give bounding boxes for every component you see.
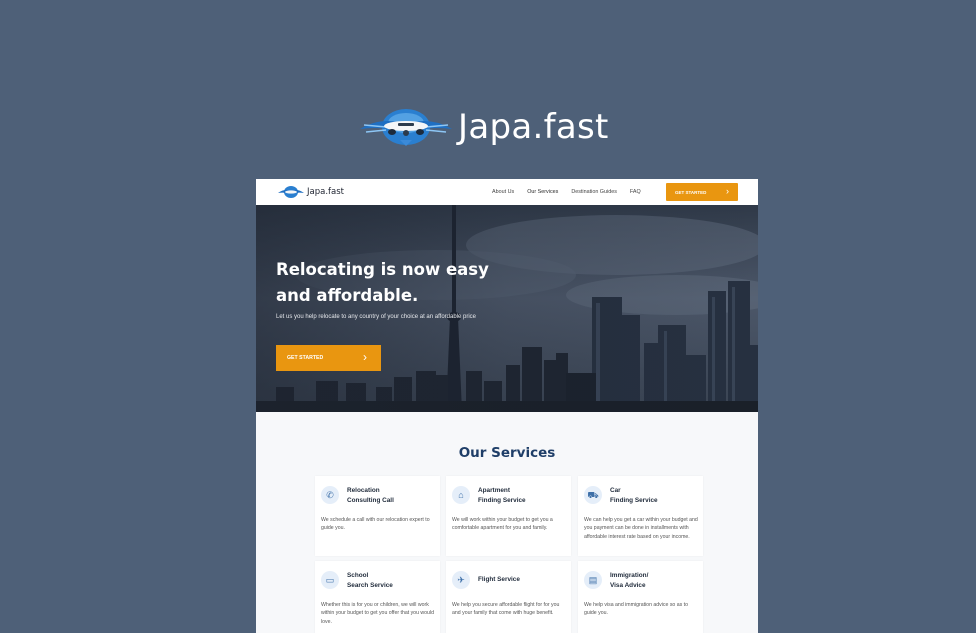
hero-title-line1: Relocating is now easy bbox=[276, 260, 489, 279]
service-card-title-line1: Immigration/ bbox=[610, 572, 649, 579]
nav-link-faq[interactable]: FAQ bbox=[630, 189, 641, 195]
document-icon: ▤ bbox=[584, 571, 602, 589]
service-card-title-line1: Flight Service bbox=[478, 576, 520, 583]
service-card-apartment[interactable]: ⌂ Apartment Finding Service We will work… bbox=[446, 476, 571, 556]
nav-brand[interactable]: Japa.fast bbox=[307, 187, 344, 197]
service-card-description: We can help you get a car within your bu… bbox=[584, 517, 698, 540]
plane-icon: ✈ bbox=[452, 571, 470, 589]
service-card-description: We help visa and immigration advice so a… bbox=[584, 602, 688, 617]
service-card-title: Relocation Consulting Call bbox=[347, 486, 437, 506]
chevron-right-icon: › bbox=[726, 186, 729, 196]
hero-get-started-button[interactable]: GET STARTED › bbox=[276, 345, 381, 371]
services-heading: Our Services bbox=[458, 445, 556, 461]
car-icon: ⛟ bbox=[584, 486, 602, 504]
house-search-icon: ⌂ bbox=[452, 486, 470, 504]
nav-link-destination-guides[interactable]: Destination Guides bbox=[571, 189, 617, 195]
nav-get-started-button[interactable]: GET STARTED › bbox=[666, 183, 738, 201]
airplane-logo-icon bbox=[356, 102, 456, 152]
service-card-title-line2: Consulting Call bbox=[347, 497, 394, 504]
hero-title: Relocating is now easy and affordable. bbox=[276, 257, 489, 309]
brand-header: Japa.fast bbox=[356, 102, 609, 152]
book-icon: ▭ bbox=[321, 571, 339, 589]
service-card-title-line1: Apartment bbox=[478, 487, 510, 494]
hero-subtitle: Let us you help relocate to any country … bbox=[276, 314, 477, 320]
service-card-description: We will work within your budget to get y… bbox=[452, 517, 553, 532]
service-card-title: Apartment Finding Service bbox=[478, 486, 568, 506]
service-card-title: Immigration/ Visa Advice bbox=[610, 571, 700, 591]
service-card-immigration[interactable]: ▤ Immigration/ Visa Advice We help visa … bbox=[578, 561, 703, 633]
service-card-car[interactable]: ⛟ Car Finding Service We can help you ge… bbox=[578, 476, 703, 556]
chevron-right-icon: › bbox=[363, 350, 367, 364]
service-card-title-line1: Car bbox=[610, 487, 621, 494]
brand-name: Japa.fast bbox=[458, 107, 609, 147]
service-card-title-line2: Finding Service bbox=[610, 497, 658, 504]
service-card-relocation[interactable]: ✆ Relocation Consulting Call We schedule… bbox=[315, 476, 440, 556]
hero-title-line2: and affordable. bbox=[276, 286, 419, 305]
service-card-title: Car Finding Service bbox=[610, 486, 700, 506]
service-card-title-line2: Search Service bbox=[347, 582, 393, 589]
nav-links: About Us Our Services Destination Guides… bbox=[492, 189, 641, 195]
phone-icon: ✆ bbox=[321, 486, 339, 504]
service-card-title: Flight Service bbox=[478, 575, 568, 585]
service-card-title-line2: Visa Advice bbox=[610, 582, 646, 589]
service-card-title-line2: Finding Service bbox=[478, 497, 526, 504]
service-card-school[interactable]: ▭ School Search Service Whether this is … bbox=[315, 561, 440, 633]
site-navbar: Japa.fast About Us Our Services Destinat… bbox=[256, 179, 758, 205]
nav-get-started-label: GET STARTED bbox=[675, 189, 707, 195]
nav-link-our-services[interactable]: Our Services bbox=[527, 189, 558, 195]
service-card-title-line1: School bbox=[347, 572, 369, 579]
service-card-flight[interactable]: ✈ Flight Service We help you secure affo… bbox=[446, 561, 571, 633]
website-mockup: Japa.fast About Us Our Services Destinat… bbox=[256, 179, 758, 633]
hero-section: Relocating is now easy and affordable. L… bbox=[256, 205, 758, 412]
hero-get-started-label: GET STARTED bbox=[287, 355, 324, 361]
nav-link-about-us[interactable]: About Us bbox=[492, 189, 514, 195]
service-card-description: Whether this is for you or children, we … bbox=[321, 602, 434, 625]
nav-logo-icon[interactable] bbox=[278, 185, 304, 199]
service-card-title-line1: Relocation bbox=[347, 487, 380, 494]
service-card-description: We schedule a call with our relocation e… bbox=[321, 517, 430, 532]
service-card-description: We help you secure affordable flight for… bbox=[452, 602, 560, 617]
service-card-title: School Search Service bbox=[347, 571, 437, 591]
